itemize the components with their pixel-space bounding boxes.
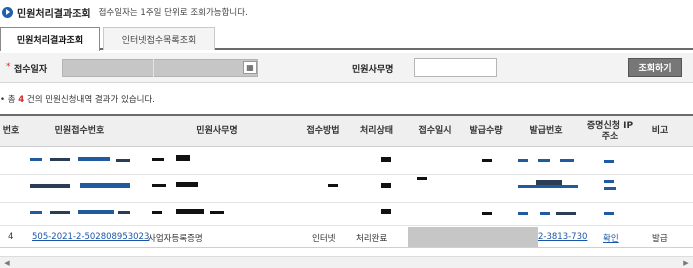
- service-name-label: 민원사무명: [352, 65, 394, 75]
- redacted-text: [152, 211, 162, 214]
- redacted-text: [518, 212, 528, 215]
- required-mark: *: [6, 62, 11, 72]
- table-row: [0, 147, 693, 175]
- search-button[interactable]: 조회하기: [628, 58, 682, 77]
- redacted-text: [328, 184, 338, 187]
- tab-bar: 민원처리결과조회 인터넷접수목록조회: [0, 27, 693, 51]
- redacted-text: [116, 159, 130, 162]
- service-name: 사업자등록증명: [148, 234, 203, 244]
- redacted-text: [604, 180, 614, 183]
- redacted-text: [118, 211, 130, 214]
- summary-suffix: 건의 민원신청내역 결과가 있습니다.: [26, 95, 155, 105]
- page-description: 접수일자는 1주일 단위로 조회가능합니다.: [98, 8, 248, 18]
- redacted-text: [176, 182, 198, 187]
- receipt-date-label: 접수일자: [14, 65, 48, 75]
- redacted-text: [210, 211, 224, 214]
- page-title: 민원처리결과조회: [17, 8, 91, 20]
- redacted-text: [152, 184, 166, 187]
- ip-confirm-link[interactable]: 확인: [603, 232, 619, 244]
- redacted-text: [30, 211, 42, 214]
- col-note: 비고: [651, 126, 669, 136]
- col-receipt-datetime: 접수일시: [418, 126, 452, 136]
- redacted-text: [381, 209, 391, 214]
- result-count: 4: [18, 95, 25, 105]
- redacted-text: [536, 180, 562, 185]
- redacted-text: [80, 183, 130, 188]
- col-number: 번호: [2, 126, 20, 136]
- table-row: 4 505-2021-2-502808953023 사업자등록증명 인터넷 처리…: [0, 226, 693, 248]
- service-name-input[interactable]: [414, 58, 497, 77]
- col-service-name: 민원사무명: [196, 126, 238, 136]
- issue-number-link[interactable]: 2-3813-730: [538, 232, 587, 242]
- redacted-text: [78, 210, 114, 214]
- redacted-text: [176, 155, 190, 161]
- summary-prefix: • 총: [0, 95, 16, 105]
- process-status: 처리완료: [356, 234, 388, 244]
- date-range-divider: [153, 59, 154, 77]
- search-panel: * 접수일자 ▦ 민원사무명 조회하기: [0, 53, 693, 83]
- circle-arrow-icon: [2, 6, 13, 18]
- redacted-datetime: [408, 227, 538, 247]
- row-number: 4: [8, 232, 14, 242]
- col-issue-quantity: 발급수량: [469, 126, 503, 136]
- redacted-text: [50, 158, 70, 161]
- calendar-icon[interactable]: ▦: [243, 61, 257, 74]
- redacted-text: [152, 158, 164, 161]
- page-header: 민원처리결과조회 접수일자는 1주일 단위로 조회가능합니다.: [0, 2, 693, 22]
- tab-internet-receipt-list[interactable]: 인터넷접수목록조회: [103, 27, 215, 50]
- redacted-text: [482, 212, 492, 215]
- redacted-text: [604, 212, 614, 215]
- redacted-text: [604, 160, 614, 163]
- redacted-text: [30, 158, 42, 161]
- result-summary: • 총 4 건의 민원신청내역 결과가 있습니다.: [0, 93, 155, 105]
- redacted-text: [381, 183, 391, 188]
- table-row: [0, 203, 693, 226]
- table-header: 번호 민원접수번호 민원사무명 접수방법 처리상태 접수일시 발급수량 발급번호…: [0, 114, 693, 147]
- tab-result-inquiry[interactable]: 민원처리결과조회: [0, 27, 100, 51]
- scroll-left-icon[interactable]: ◀: [2, 258, 12, 268]
- redacted-text: [556, 212, 576, 215]
- redacted-text: [604, 187, 616, 190]
- redacted-text: [482, 159, 492, 162]
- receipt-date-range-field[interactable]: [62, 59, 258, 77]
- table-row: [0, 175, 693, 203]
- receipt-method: 인터넷: [312, 234, 336, 244]
- col-issue-number: 발급번호: [529, 126, 563, 136]
- scroll-right-icon[interactable]: ▶: [681, 258, 691, 268]
- redacted-text: [78, 157, 110, 161]
- redacted-text: [50, 211, 70, 214]
- col-ip-address: 증명신청 IP주소: [586, 120, 634, 142]
- redacted-text: [518, 185, 578, 188]
- col-receipt-number: 민원접수번호: [54, 126, 105, 136]
- redacted-text: [30, 184, 70, 188]
- redacted-text: [518, 159, 528, 162]
- redacted-text: [560, 159, 574, 162]
- col-status: 처리상태: [359, 126, 394, 136]
- redacted-text: [540, 212, 550, 215]
- redacted-text: [381, 157, 391, 162]
- horizontal-scrollbar[interactable]: ◀ ▶: [0, 256, 693, 268]
- redacted-text: [176, 209, 204, 214]
- redacted-text: [417, 177, 427, 180]
- redacted-text: [538, 159, 550, 162]
- col-method: 접수방법: [306, 126, 340, 136]
- receipt-number-link[interactable]: 505-2021-2-502808953023: [32, 232, 149, 242]
- row-note: 발급: [652, 234, 668, 244]
